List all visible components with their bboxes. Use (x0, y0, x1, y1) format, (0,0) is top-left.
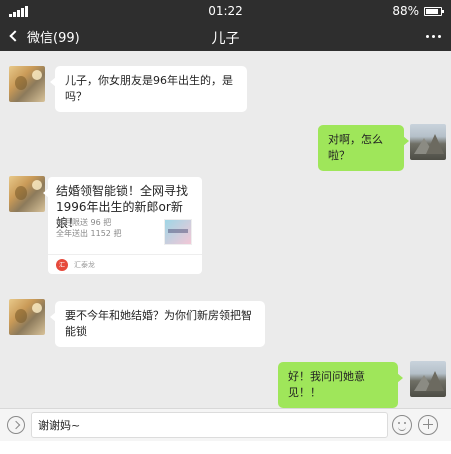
article-description: 每月限送 96 把 全年送出 1152 把 (56, 217, 121, 239)
back-button[interactable]: 微信(99) (8, 26, 80, 46)
contact-avatar[interactable] (9, 299, 45, 335)
chat-header: 微信(99) 儿子 (0, 22, 451, 51)
chevron-left-icon (9, 30, 21, 42)
plus-icon[interactable] (418, 415, 438, 435)
chat-area[interactable]: 儿子，你女朋友是96年出生的，是吗？ 对啊，怎么啦？ 结婚领智能锁！全网寻找19… (0, 51, 451, 408)
message-bubble-incoming[interactable]: 儿子，你女朋友是96年出生的，是吗？ (50, 66, 247, 112)
source-name: 汇泰龙 (74, 260, 95, 269)
article-desc-line: 每月限送 96 把 (56, 218, 112, 227)
battery-icon (424, 7, 444, 16)
status-time: 01:22 (208, 4, 243, 18)
back-label: 微信(99) (27, 30, 80, 46)
my-avatar[interactable] (410, 124, 446, 160)
article-desc-line: 全年送出 1152 把 (56, 229, 122, 238)
emoji-icon[interactable] (392, 415, 412, 435)
source-logo-icon: 汇 (56, 258, 68, 271)
more-dots-icon (425, 34, 429, 38)
status-bar: 01:22 88% (0, 0, 451, 22)
contact-avatar[interactable] (9, 176, 45, 212)
shared-article-card[interactable]: 结婚领智能锁！全网寻找1996年出生的新郎or新娘！ 每月限送 96 把 全年送… (43, 177, 202, 274)
article-source: 汇 汇泰龙 (48, 254, 202, 274)
message-input[interactable] (31, 412, 388, 438)
my-avatar[interactable] (410, 361, 446, 397)
more-button[interactable] (423, 29, 443, 43)
message-bubble-outgoing[interactable]: 好！我问问她意见！！ (278, 362, 403, 408)
message-bubble-incoming[interactable]: 要不今年和她结婚？为你们新房领把智能锁 (50, 301, 265, 347)
battery-percent: 88% (392, 4, 419, 18)
message-bubble-outgoing[interactable]: 对啊，怎么啦？ (318, 125, 409, 171)
contact-avatar[interactable] (9, 66, 45, 102)
input-bar (0, 408, 451, 441)
voice-icon[interactable] (7, 416, 25, 434)
article-thumbnail (164, 219, 192, 245)
